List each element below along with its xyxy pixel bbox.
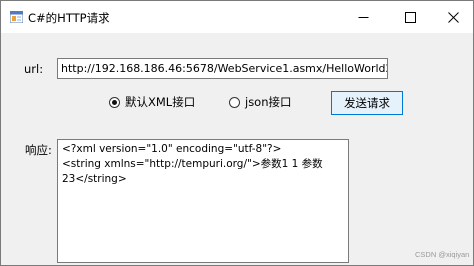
radio-xml-dot[interactable] <box>109 96 120 108</box>
response-line: <string xmlns="http://tempuri.org/">参数1 … <box>62 158 323 170</box>
radio-xml-interface[interactable]: 默认XML接口 <box>109 94 195 110</box>
minimize-button[interactable] <box>341 1 385 33</box>
windows-form-icon <box>10 11 23 23</box>
response-label: 响应: <box>25 143 52 157</box>
url-label: url: <box>24 62 44 76</box>
close-icon <box>447 11 459 23</box>
response-line: <?xml version="1.0" encoding="utf-8"?> <box>62 143 282 155</box>
url-input[interactable]: http://192.168.186.46:5678/WebService1.a… <box>57 58 388 79</box>
app-window: C#的HTTP请求 url: http://192.168.186.46:567… <box>0 0 474 266</box>
maximize-icon <box>404 11 416 23</box>
radio-xml-label: 默认XML接口 <box>125 95 196 109</box>
send-request-button[interactable]: 发送请求 <box>331 91 403 115</box>
maximize-button[interactable] <box>388 1 432 33</box>
radio-json-label: json接口 <box>245 95 292 109</box>
window-title: C#的HTTP请求 <box>28 11 110 25</box>
csdn-watermark: CSDN @xiqiyan <box>415 250 470 259</box>
radio-json-dot[interactable] <box>229 96 240 108</box>
title-bar[interactable]: C#的HTTP请求 <box>1 1 473 33</box>
response-line: 23</string> <box>62 173 127 185</box>
radio-json-interface[interactable]: json接口 <box>229 94 292 110</box>
minimize-icon <box>358 16 368 18</box>
close-button[interactable] <box>431 1 474 33</box>
response-textbox[interactable]: <?xml version="1.0" encoding="utf-8"?> <… <box>57 139 349 263</box>
